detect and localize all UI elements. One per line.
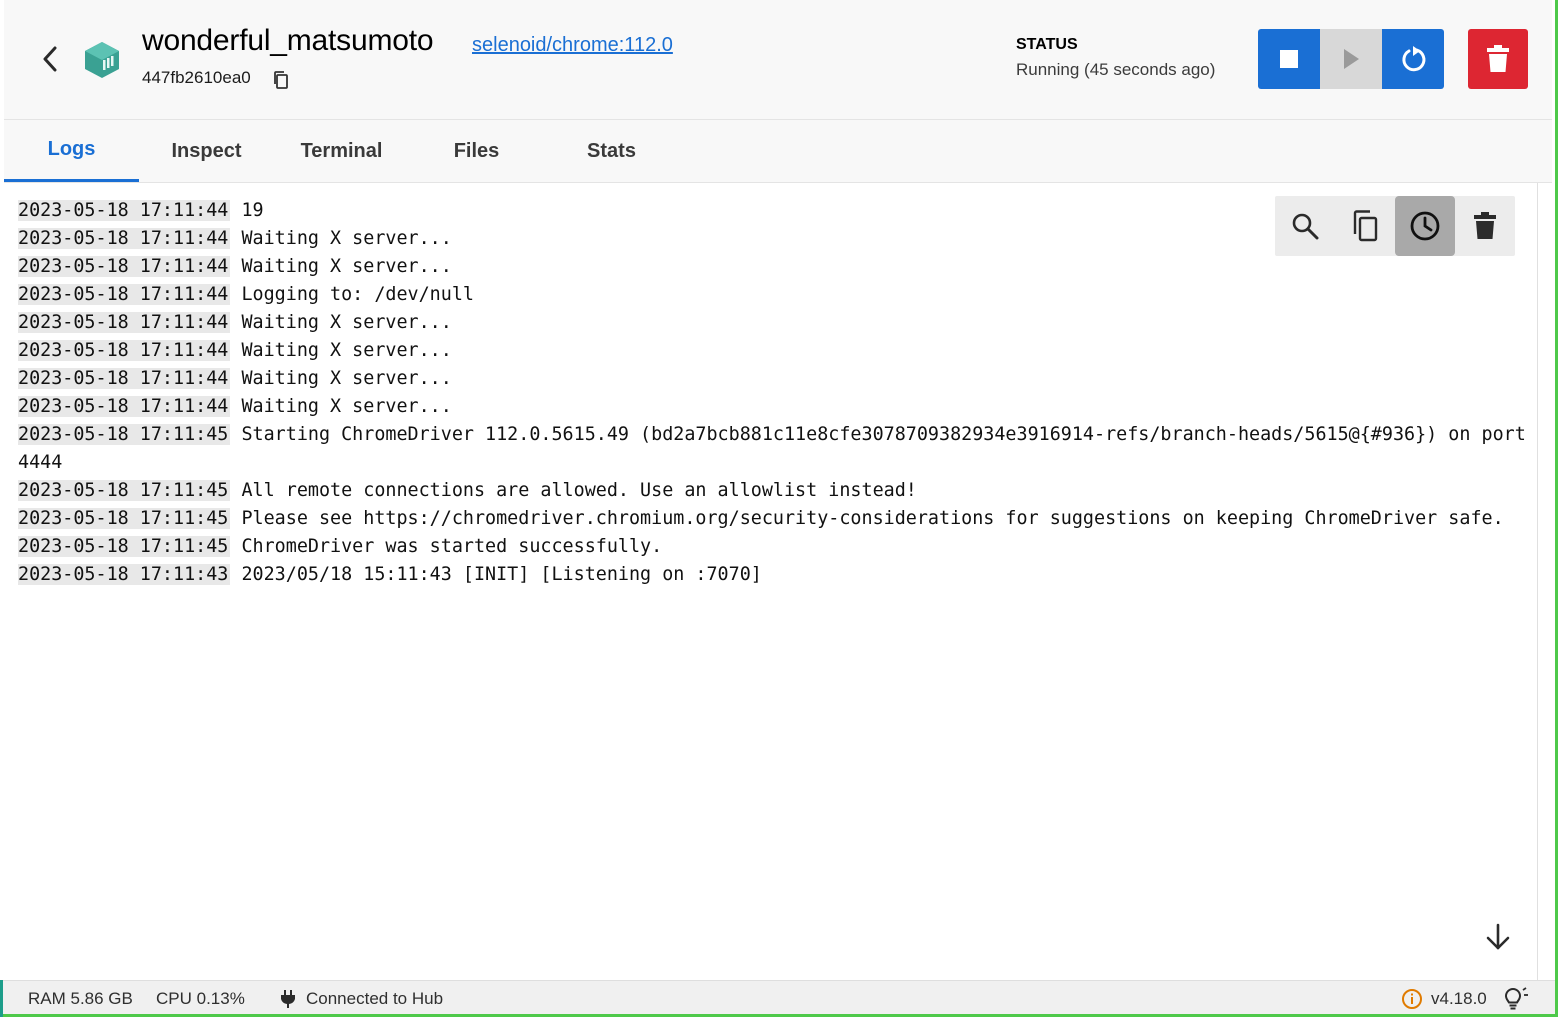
start-button[interactable] [1320,29,1382,89]
log-message: 19 [241,200,264,221]
copy-icon[interactable] [272,70,290,90]
stop-icon [1280,50,1298,68]
clock-icon [1410,211,1440,241]
tab-terminal[interactable]: Terminal [274,120,409,182]
trash-icon [1487,45,1509,72]
log-timestamp: 2023-05-18 17:11:44 [18,368,231,389]
hub-connection-status[interactable]: Connected to Hub [306,989,443,1009]
image-link[interactable]: selenoid/chrome:112.0 [472,34,673,57]
log-message: All remote connections are allowed. Use … [241,480,917,501]
scroll-to-bottom-button[interactable] [1482,921,1514,953]
container-name: wonderful_matsumoto [142,24,434,57]
log-message: Waiting X server... [241,340,452,361]
chevron-left-icon [43,46,57,72]
log-message: Please see https://chromedriver.chromium… [241,508,1504,529]
log-line: 2023-05-18 17:11:43 2023/05/18 15:11:43 … [18,561,1524,589]
log-line-continuation: 4444 [18,452,63,473]
log-timestamp: 2023-05-18 17:11:45 [18,536,231,557]
toggle-timestamps-button[interactable] [1395,196,1455,256]
tab-files[interactable]: Files [409,120,544,182]
play-icon [1344,49,1359,69]
log-message: Logging to: /dev/null [241,284,474,305]
log-line: 2023-05-18 17:11:44 Waiting X server... [18,253,1524,281]
clear-logs-button[interactable] [1455,196,1515,256]
log-timestamp: 2023-05-18 17:11:45 [18,480,231,501]
trash-icon [1474,212,1496,239]
log-timestamp: 2023-05-18 17:11:44 [18,256,231,277]
restart-button[interactable] [1382,29,1444,89]
copy-logs-button[interactable] [1335,196,1395,256]
search-icon [1292,213,1319,240]
log-message: Waiting X server... [241,256,452,277]
log-timestamp: 2023-05-18 17:11:44 [18,228,231,249]
copy-icon [1353,210,1378,242]
back-button[interactable] [36,42,64,76]
log-line: 2023-05-18 17:11:44 Waiting X server... [18,393,1524,421]
delete-button[interactable] [1468,29,1528,89]
log-line: 2023-05-18 17:11:44 Waiting X server... [18,365,1524,393]
tab-bar: Logs Inspect Terminal Files Stats [4,120,1552,183]
log-message: Starting ChromeDriver 112.0.5615.49 (bd2… [241,424,1526,445]
restart-icon [1402,46,1426,72]
log-message: 2023/05/18 15:11:43 [INIT] [Listening on… [241,564,762,585]
stop-button[interactable] [1258,29,1320,89]
log-line: 2023-05-18 17:11:45 Starting ChromeDrive… [18,421,1526,449]
tab-inspect[interactable]: Inspect [139,120,274,182]
log-line: 2023-05-18 17:11:44 Waiting X server... [18,337,1524,365]
container-actions [1258,29,1444,89]
log-timestamp: 2023-05-18 17:11:44 [18,284,231,305]
plug-icon [281,990,295,1008]
ram-usage: RAM 5.86 GB [28,989,133,1008]
log-panel[interactable]: 2023-05-18 17:11:44 19 2023-05-18 17:11:… [4,183,1538,980]
log-line: 2023-05-18 17:11:44 Logging to: /dev/nul… [18,281,1524,309]
log-toolbar [1275,196,1515,256]
log-timestamp: 2023-05-18 17:11:43 [18,564,231,585]
status-label: STATUS [1016,36,1078,53]
arrow-down-icon [1486,923,1510,950]
container-header: wonderful_matsumoto selenoid/chrome:112.… [4,0,1552,120]
cpu-usage: CPU 0.13% [156,989,245,1008]
log-line: 2023-05-18 17:11:44 Waiting X server... [18,309,1524,337]
container-icon [85,42,119,78]
log-message: Waiting X server... [241,228,452,249]
log-message: Waiting X server... [241,368,452,389]
app-version: v4.18.0 [1431,989,1487,1008]
log-message: Waiting X server... [241,396,452,417]
tab-logs[interactable]: Logs [4,120,139,182]
log-line: 2023-05-18 17:11:45 All remote connectio… [18,477,1524,505]
log-line: 2023-05-18 17:11:45 ChromeDriver was sta… [18,533,1524,561]
log-timestamp: 2023-05-18 17:11:44 [18,340,231,361]
log-line: 2023-05-18 17:11:45 Please see https://c… [18,505,1524,533]
log-message: ChromeDriver was started successfully. [241,536,663,557]
status-bar: RAM 5.86 GB CPU 0.13% Connected to Hub v… [3,980,1555,1014]
lightbulb-icon[interactable] [1503,987,1529,1011]
log-message: Waiting X server... [241,312,452,333]
status-value: Running (45 seconds ago) [1016,60,1216,79]
info-icon[interactable] [1401,988,1423,1010]
search-logs-button[interactable] [1275,196,1335,256]
log-timestamp: 2023-05-18 17:11:44 [18,200,231,221]
log-timestamp: 2023-05-18 17:11:45 [18,508,231,529]
log-timestamp: 2023-05-18 17:11:44 [18,396,231,417]
container-id: 447fb2610ea0 [142,68,251,87]
log-timestamp: 2023-05-18 17:11:45 [18,424,231,445]
log-timestamp: 2023-05-18 17:11:44 [18,312,231,333]
tab-stats[interactable]: Stats [544,120,679,182]
